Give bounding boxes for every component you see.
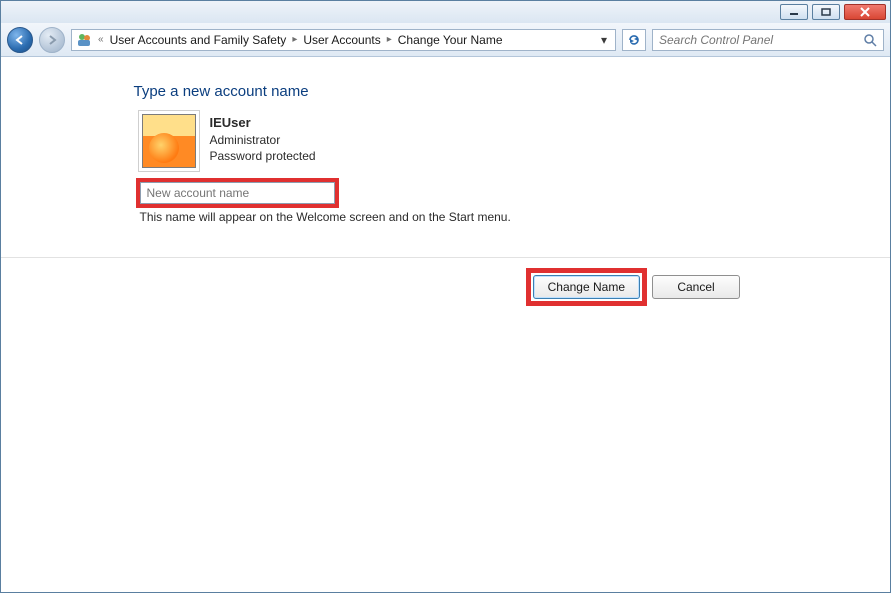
maximize-icon	[821, 8, 831, 16]
name-hint: This name will appear on the Welcome scr…	[140, 210, 766, 224]
refresh-icon	[627, 33, 641, 47]
forward-arrow-icon	[46, 34, 58, 46]
users-icon	[76, 32, 92, 48]
address-bar[interactable]: « User Accounts and Family Safety ▸ User…	[71, 29, 616, 51]
action-buttons: Change Name Cancel	[533, 275, 740, 299]
breadcrumb-3[interactable]: Change Your Name	[398, 33, 503, 47]
refresh-button[interactable]	[622, 29, 646, 51]
control-panel-window: « User Accounts and Family Safety ▸ User…	[0, 0, 891, 593]
cancel-button[interactable]: Cancel	[652, 275, 740, 299]
new-account-name-input[interactable]	[140, 182, 335, 204]
close-button[interactable]	[844, 4, 886, 20]
search-input[interactable]	[657, 32, 863, 48]
user-avatar	[142, 114, 196, 168]
close-icon	[859, 7, 871, 17]
breadcrumb-2[interactable]: User Accounts	[303, 33, 380, 47]
chevron-right-icon: ▸	[387, 34, 392, 45]
content-area: Type a new account name IEUser Administr…	[1, 57, 890, 592]
navigation-bar: « User Accounts and Family Safety ▸ User…	[1, 23, 890, 57]
search-box[interactable]	[652, 29, 884, 51]
change-name-highlight: Change Name	[533, 275, 640, 299]
maximize-button[interactable]	[812, 4, 840, 20]
forward-button[interactable]	[39, 27, 65, 53]
search-icon	[863, 33, 879, 47]
user-status: Password protected	[210, 148, 316, 164]
minimize-icon	[789, 8, 799, 16]
back-arrow-icon	[14, 34, 26, 46]
back-button[interactable]	[7, 27, 33, 53]
user-name: IEUser	[210, 114, 316, 132]
user-role: Administrator	[210, 132, 316, 148]
divider	[1, 257, 890, 258]
breadcrumb-1[interactable]: User Accounts and Family Safety	[110, 33, 287, 47]
current-user-block: IEUser Administrator Password protected	[142, 114, 766, 168]
titlebar	[1, 1, 890, 23]
chevron-right-icon: ▸	[292, 34, 297, 45]
name-input-highlight	[140, 182, 335, 204]
address-dropdown[interactable]: ▾	[597, 33, 611, 47]
breadcrumb-overflow[interactable]: «	[98, 34, 104, 45]
change-name-button[interactable]: Change Name	[533, 275, 640, 299]
page-heading: Type a new account name	[134, 83, 766, 100]
minimize-button[interactable]	[780, 4, 808, 20]
